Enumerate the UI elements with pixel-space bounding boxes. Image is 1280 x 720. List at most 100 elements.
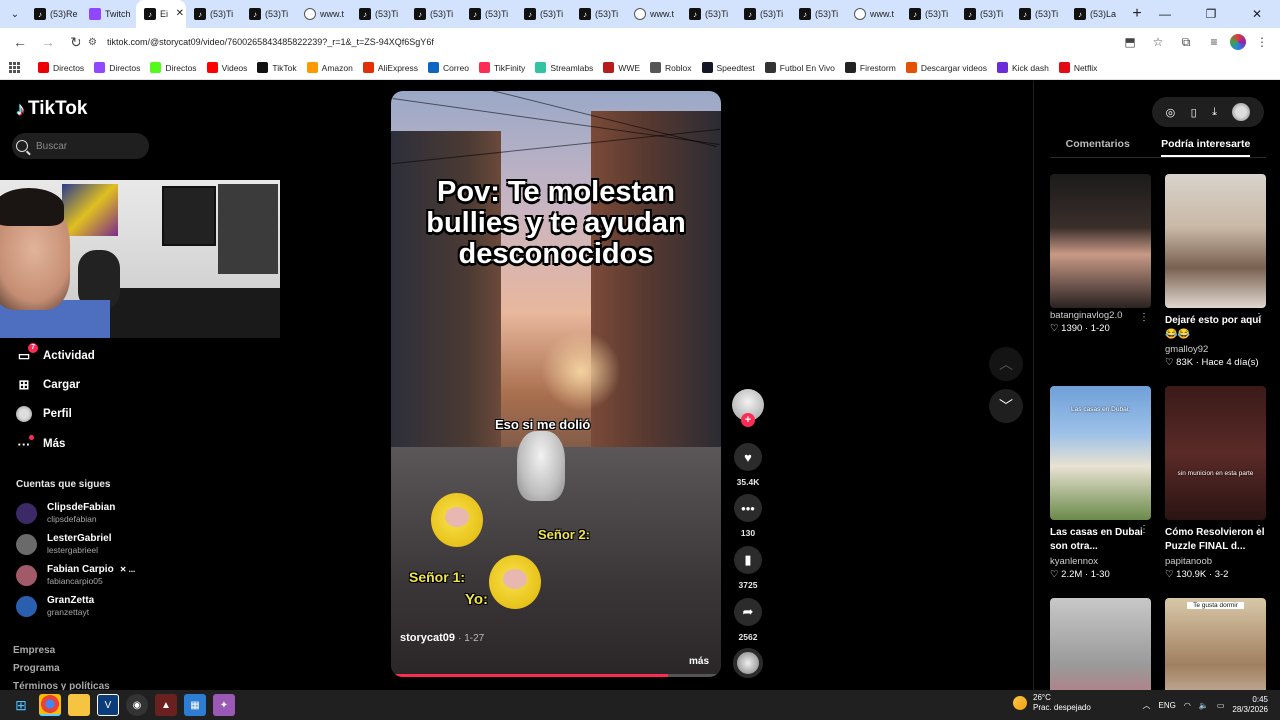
bookmark-item[interactable]: Roblox (650, 62, 692, 73)
video-thumbnail[interactable] (1165, 174, 1266, 308)
recommended-video-card[interactable]: sin municion en esta parte Cómo Resolvier… (1165, 386, 1266, 580)
save-button[interactable]: ▮ 3725 (732, 546, 764, 590)
bookmark-item[interactable]: Directos (38, 62, 84, 73)
profile-avatar[interactable] (1230, 34, 1246, 50)
tiktok-live-icon[interactable]: ✦ (213, 694, 235, 716)
bookmark-item[interactable]: Descargar videos (905, 62, 987, 73)
weather-widget[interactable]: 26°C Prac. despejado (1013, 693, 1091, 713)
followed-account[interactable]: GranZetta granzettayt (16, 595, 94, 617)
card-author[interactable]: batanginavlog2.0 (1050, 310, 1151, 321)
tab-podria-interesarte[interactable]: Podría interesarte (1161, 138, 1251, 157)
bookmark-item[interactable]: Firestorm (844, 62, 896, 73)
card-menu-icon[interactable]: ⋮ (1139, 312, 1149, 323)
minimize-icon[interactable]: — (1142, 0, 1188, 28)
browser-tab[interactable]: ♪ (53)Ti (791, 0, 846, 28)
battery-icon[interactable]: ▭ (1217, 701, 1225, 710)
forward-icon[interactable]: → (34, 30, 62, 54)
previous-video-button[interactable]: ︿ (989, 347, 1023, 381)
followed-account[interactable]: Fabian Carpio ✕ ... fabiancarpio05 (16, 564, 135, 586)
bookmark-item[interactable]: AliExpress (362, 62, 418, 73)
more-link[interactable]: más (689, 656, 709, 667)
card-menu-icon[interactable]: ⋮ (1254, 524, 1264, 535)
browser-tab[interactable]: ♪ (53)Ti (351, 0, 406, 28)
followed-account[interactable]: LesterGabriel lestergabrieel (16, 533, 111, 555)
browser-tab[interactable]: ♪ (53)Ti (186, 0, 241, 28)
bookmark-item[interactable]: Videos (206, 62, 247, 73)
card-author[interactable]: papitanoob (1165, 556, 1266, 567)
follow-plus-icon[interactable]: + (741, 413, 755, 427)
bookmark-item[interactable]: Correo (428, 62, 469, 73)
close-tab-icon[interactable]: ✕ (176, 8, 184, 19)
creator-avatar-button[interactable]: + (732, 389, 764, 427)
nav-perfil[interactable]: Perfil (16, 406, 72, 422)
app-icon[interactable]: ▲ (155, 694, 177, 716)
video-player[interactable]: Pov: Te molestan bullies y te ayudan des… (391, 91, 721, 677)
browser-tab[interactable]: www.t (626, 0, 681, 28)
bookmark-item[interactable]: WWE (603, 62, 640, 73)
video-thumbnail[interactable]: Las casas en Dubai: (1050, 386, 1151, 520)
url-field[interactable]: ⚙ tiktok.com/@storycat09/video/760026584… (80, 31, 1168, 53)
browser-tab[interactable]: Twitch (81, 0, 136, 28)
maximize-icon[interactable]: ❐ (1188, 0, 1234, 28)
bookmark-item[interactable]: Directos (150, 62, 197, 73)
card-menu-icon[interactable]: ⋮ (1139, 524, 1149, 535)
bookmark-item[interactable]: TikFinity (478, 62, 525, 73)
site-info-icon[interactable]: ⚙ (88, 37, 97, 48)
browser-tab[interactable]: www.t (846, 0, 901, 28)
recommended-video-card[interactable]: batanginavlog2.0 ♡ 1390 · 1-20 ⋮ (1050, 174, 1151, 334)
extensions-icon[interactable]: ⧉ (1174, 30, 1198, 54)
search-input[interactable]: Buscar (12, 133, 149, 159)
browser-tab[interactable]: ♪ (53)Ti (571, 0, 626, 28)
browser-tab[interactable]: www.t (296, 0, 351, 28)
browser-tab[interactable]: ♪ (53)Ti (516, 0, 571, 28)
like-button[interactable]: ♥ 35.4K (732, 443, 764, 487)
video-thumbnail[interactable]: sin municion en esta parte (1165, 386, 1266, 520)
share-button[interactable]: ➦ 2562 (732, 598, 764, 642)
video-author[interactable]: storycat09 · 1-27 (400, 632, 484, 644)
browser-tab[interactable]: ♪ Ei ✕ (136, 0, 186, 28)
comment-button[interactable]: ••• 130 (732, 494, 764, 538)
browser-tab[interactable]: ♪ (53)La (1066, 0, 1121, 28)
windows-start-icon[interactable]: ⊞ (10, 694, 32, 716)
followed-account[interactable]: ClipsdeFabian clipsdefabian (16, 502, 115, 524)
apps-grid-icon[interactable] (8, 61, 22, 75)
tiktok-logo[interactable]: ♪ TikTok (16, 98, 87, 120)
vegas-icon[interactable]: V (97, 694, 119, 716)
recommended-video-card[interactable]: Dejaré esto por aquí 😂😂 gmalloy92 ♡ 83K · … (1165, 174, 1266, 368)
bookmark-star-icon[interactable]: ☆ (1146, 30, 1170, 54)
download-icon[interactable]: ⤓ (1212, 106, 1217, 119)
compass-icon[interactable]: ◎ (1166, 106, 1176, 119)
close-window-icon[interactable]: ✕ (1234, 0, 1280, 28)
browser-tab[interactable]: ♪ (53)Ti (736, 0, 791, 28)
browser-tab[interactable]: ♪ (53)Ti (901, 0, 956, 28)
user-avatar[interactable] (1232, 103, 1251, 121)
video-thumbnail[interactable] (1050, 174, 1151, 308)
photos-icon[interactable]: ▦ (184, 694, 206, 716)
bookmark-item[interactable]: Futbol En Vivo (764, 62, 835, 73)
nav-mas[interactable]: ··· Más (16, 435, 65, 452)
tray-chevron-icon[interactable]: ︿ (1143, 700, 1151, 711)
card-menu-icon[interactable]: ⋮ (1254, 312, 1264, 323)
nav-cargar[interactable]: ⊞ Cargar (16, 377, 81, 393)
device-icon[interactable]: ▯ (1191, 106, 1197, 119)
browser-tab[interactable]: ♪ (53)Ti (681, 0, 736, 28)
bookmark-item[interactable]: Kick dash (996, 62, 1049, 73)
browser-tab[interactable]: ♪ (53)Re (26, 0, 81, 28)
browser-tab[interactable]: ♪ (53)Ti (406, 0, 461, 28)
install-app-icon[interactable]: ⬒ (1118, 30, 1142, 54)
nav-actividad[interactable]: ▭ 7 Actividad (16, 343, 95, 364)
back-icon[interactable]: ← (6, 30, 34, 54)
footer-programa[interactable]: Programa (13, 663, 60, 674)
browser-tab[interactable]: ♪ (53)Ti (1011, 0, 1066, 28)
clock[interactable]: 0:45 28/3/2026 (1232, 695, 1268, 715)
card-author[interactable]: gmalloy92 (1165, 344, 1266, 355)
file-explorer-icon[interactable] (68, 694, 90, 716)
wifi-icon[interactable]: ◠ (1184, 701, 1191, 710)
next-video-button[interactable]: ﹀ (989, 389, 1023, 423)
footer-empresa[interactable]: Empresa (13, 645, 55, 656)
media-icon[interactable]: ≡ (1202, 30, 1226, 54)
browser-tab[interactable]: ♪ (53)Ti (241, 0, 296, 28)
sound-button[interactable] (733, 648, 765, 678)
tab-comentarios[interactable]: Comentarios (1066, 138, 1130, 157)
bookmark-item[interactable]: Streamlabs (535, 62, 593, 73)
